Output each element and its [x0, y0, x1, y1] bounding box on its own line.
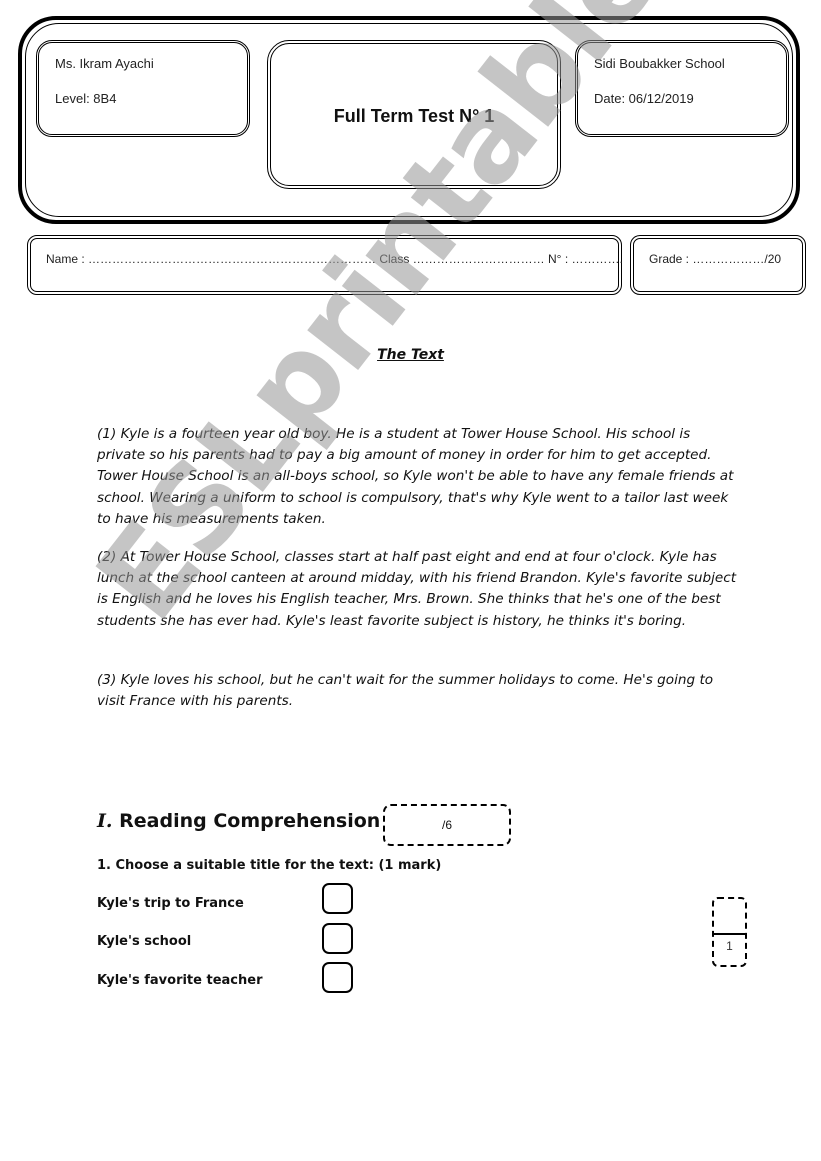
test-date: Date: 06/12/2019	[594, 91, 694, 106]
section-score: /6	[441, 818, 452, 832]
paragraph-1: (1) Kyle is a fourteen year old boy. He …	[97, 426, 734, 527]
grade-box: Grade : ………………/20	[630, 235, 806, 295]
mark-divider	[714, 933, 745, 935]
option-label: Kyle's school	[97, 934, 192, 949]
option-checkbox[interactable]	[322, 923, 353, 954]
option-checkbox[interactable]	[322, 883, 353, 914]
paragraph-2: (2) At Tower House School, classes start…	[97, 549, 737, 629]
question-mark-box[interactable]: 1	[712, 897, 747, 967]
test-title-box: Full Term Test N° 1	[267, 40, 561, 189]
school-info-box: Sidi Boubakker School Date: 06/12/2019	[575, 40, 789, 137]
student-info-box: Name : ……………………………………………………………… Class ………	[27, 235, 623, 295]
reading-comprehension-heading: I. Reading Comprehension	[97, 810, 380, 832]
text-section-title: The Text	[377, 347, 444, 363]
question-1-prompt: 1. Choose a suitable title for the text:…	[97, 858, 442, 873]
option-label: Kyle's trip to France	[97, 896, 244, 911]
teacher-info-box: Ms. Ikram Ayachi Level: 8B4	[36, 40, 250, 137]
teacher-name: Ms. Ikram Ayachi	[55, 56, 154, 71]
option-checkbox[interactable]	[322, 962, 353, 993]
name-class-number-field[interactable]: Name : ……………………………………………………………… Class ………	[46, 252, 623, 266]
school-name: Sidi Boubakker School	[594, 56, 725, 71]
section-number: I.	[97, 810, 113, 832]
question-mark-value: 1	[726, 939, 733, 953]
section-title: Reading Comprehension	[119, 810, 381, 832]
grade-field[interactable]: Grade : ………………/20	[649, 252, 781, 266]
section-score-box[interactable]: /6	[383, 804, 511, 846]
paragraph-3: (3) Kyle loves his school, but he can't …	[97, 672, 714, 710]
class-level: Level: 8B4	[55, 91, 117, 106]
test-title: Full Term Test N° 1	[333, 106, 495, 126]
option-label: Kyle's favorite teacher	[97, 973, 263, 988]
